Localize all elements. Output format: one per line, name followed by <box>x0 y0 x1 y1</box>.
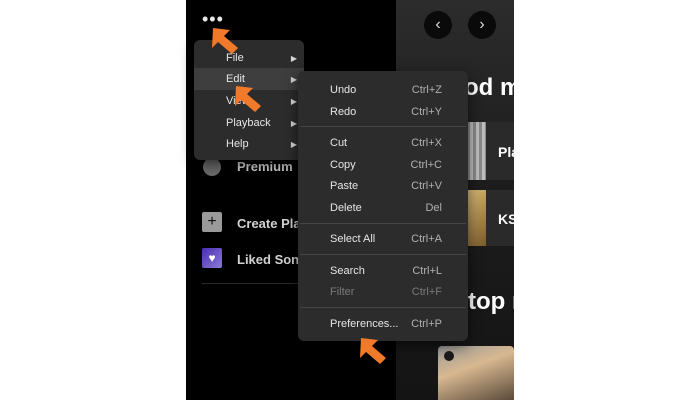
chevron-right-icon: ▶ <box>290 139 297 149</box>
forward-button[interactable]: › <box>468 11 496 39</box>
main-menu: File ▶ Edit ▶ View ▶ Playback ▶ Help ▶ <box>194 40 304 160</box>
menu-item-select-all[interactable]: Select All Ctrl+A <box>298 228 468 250</box>
menu-item-view[interactable]: View ▶ <box>194 90 304 112</box>
menu-item-filter[interactable]: Filter Ctrl+F <box>298 281 468 303</box>
menu-item-redo[interactable]: Redo Ctrl+Y <box>298 101 468 123</box>
menu-item-cut[interactable]: Cut Ctrl+X <box>298 132 468 154</box>
edit-submenu: Undo Ctrl+Z Redo Ctrl+Y Cut Ctrl+X Copy Ctrl… <box>298 71 468 341</box>
more-options-button[interactable]: ••• <box>202 10 224 28</box>
section-heading-2: top m <box>468 288 514 315</box>
plus-icon: + <box>202 212 222 232</box>
menu-separator <box>300 254 466 255</box>
section-heading: od m <box>464 74 514 101</box>
menu-separator <box>300 126 466 127</box>
menu-item-edit[interactable]: Edit ▶ <box>194 68 304 90</box>
chevron-right-icon: ▶ <box>290 74 297 84</box>
spotify-logo-icon <box>203 158 221 176</box>
menu-item-search[interactable]: Search Ctrl+L <box>298 260 468 282</box>
menu-item-file[interactable]: File ▶ <box>194 47 304 69</box>
chevron-right-icon: ▶ <box>290 96 297 106</box>
menu-item-delete[interactable]: Delete Del <box>298 197 468 219</box>
menu-separator <box>300 307 466 308</box>
back-button[interactable]: ‹ <box>424 11 452 39</box>
chevron-right-icon: ▶ <box>290 118 297 128</box>
sidebar-item-create-playlist[interactable]: Create Pla <box>237 216 301 231</box>
sidebar-item-liked-songs[interactable]: Liked Song <box>237 252 307 267</box>
menu-item-help[interactable]: Help ▶ <box>194 133 304 155</box>
menu-item-paste[interactable]: Paste Ctrl+V <box>298 175 468 197</box>
card-label: Pla <box>498 144 514 160</box>
spotify-icon <box>444 351 454 361</box>
chevron-right-icon: › <box>479 16 485 33</box>
card-label: KS <box>498 211 514 227</box>
menu-item-playback[interactable]: Playback ▶ <box>194 112 304 134</box>
menu-item-copy[interactable]: Copy Ctrl+C <box>298 154 468 176</box>
chevron-right-icon: ▶ <box>290 53 297 63</box>
heart-icon: ♥ <box>202 248 222 268</box>
menu-item-preferences[interactable]: Preferences... Ctrl+P <box>298 313 468 335</box>
chevron-left-icon: ‹ <box>435 16 441 33</box>
menu-item-undo[interactable]: Undo Ctrl+Z <box>298 79 468 101</box>
menu-separator <box>300 223 466 224</box>
sidebar-item-premium[interactable]: Premium <box>237 159 293 174</box>
